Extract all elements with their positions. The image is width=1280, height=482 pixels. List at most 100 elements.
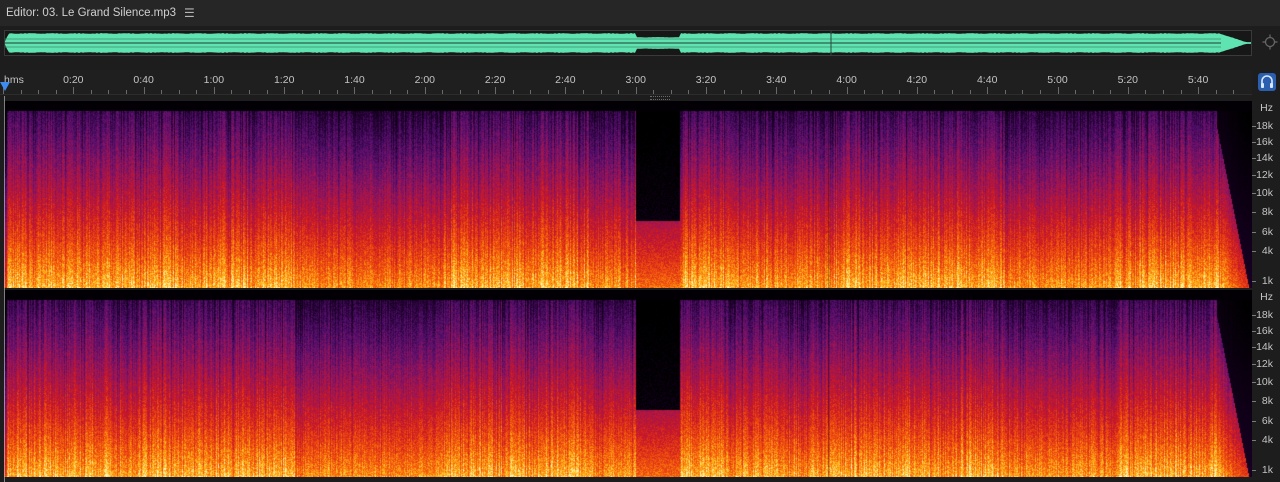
frequency-tick: [1252, 382, 1256, 383]
time-label: 4:20: [906, 74, 928, 86]
ruler-tick: [478, 90, 479, 94]
frequency-tick: [1252, 401, 1256, 402]
time-label: 4:40: [976, 74, 998, 86]
ruler-tick: [741, 90, 742, 94]
waveform-overview-navigator[interactable]: [4, 30, 1252, 56]
frequency-label: 18k: [1256, 120, 1273, 132]
ruler-tick: [56, 90, 57, 94]
zoom-navigator-icon[interactable]: [1262, 34, 1278, 50]
ruler-tick: [337, 90, 338, 94]
headphones-icon[interactable]: [1258, 73, 1276, 91]
ruler-tick: [671, 90, 672, 94]
ruler-tick: [776, 87, 777, 94]
frequency-label: 12k: [1256, 169, 1273, 181]
timeline-ruler[interactable]: hms 0:20 0:40 1:00 1:20 1:40 2:00 2:20 2:40 3:00…: [0, 70, 1252, 95]
frequency-tick: [1252, 331, 1256, 332]
ruler-tick: [372, 90, 373, 94]
frequency-tick: [1252, 315, 1256, 316]
hamburger-menu-icon[interactable]: ☰: [184, 6, 195, 20]
frequency-label: 4k: [1261, 434, 1273, 446]
frequency-label: 8k: [1261, 395, 1273, 407]
time-label: 5:20: [1117, 74, 1139, 86]
frequency-axis-left-channel: Hz 18k 16k 14k 12k 10k 8k 6k 4k 1k: [1252, 101, 1280, 288]
ruler-tick: [1181, 90, 1182, 94]
ruler-tick: [1040, 90, 1041, 94]
time-label: 5:00: [1047, 74, 1068, 86]
frequency-tick: [1252, 142, 1256, 143]
ruler-tick: [548, 90, 549, 94]
ruler-tick: [407, 90, 408, 94]
ruler-tick: [1075, 90, 1076, 94]
ruler-tick: [196, 90, 197, 94]
ruler-tick: [530, 90, 531, 94]
spectral-display-left-channel[interactable]: [4, 101, 1252, 288]
ruler-tick: [1233, 90, 1234, 94]
ruler-tick: [126, 90, 127, 94]
ruler-tick: [899, 90, 900, 94]
ruler-tick: [513, 90, 514, 94]
ruler-tick: [249, 90, 250, 94]
panel-resize-grip[interactable]: [650, 96, 670, 100]
ruler-tick: [284, 87, 285, 94]
ruler-tick: [460, 90, 461, 94]
frequency-tick: [1252, 251, 1256, 252]
frequency-tick: [1252, 347, 1256, 348]
ruler-tick: [847, 87, 848, 94]
ruler-tick: [1022, 90, 1023, 94]
frequency-label: 6k: [1261, 226, 1273, 238]
frequency-tick: [1252, 440, 1256, 441]
spectral-display-right-channel[interactable]: [4, 290, 1252, 477]
ruler-tick: [91, 90, 92, 94]
ruler-tick: [583, 90, 584, 94]
frequency-tick: [1252, 232, 1256, 233]
time-label: 4:00: [836, 74, 857, 86]
ruler-tick: [73, 87, 74, 94]
time-label: 3:20: [695, 74, 717, 86]
frequency-unit-label: Hz: [1260, 291, 1273, 303]
ruler-tick: [1005, 90, 1006, 94]
playhead-line: [4, 96, 5, 482]
ruler-tick: [759, 90, 760, 94]
ruler-tick: [864, 90, 865, 94]
frequency-label: 14k: [1256, 341, 1273, 353]
frequency-axis-right-channel: Hz 18k 16k 14k 12k 10k 8k 6k 4k 1k: [1252, 290, 1280, 477]
frequency-label: 6k: [1261, 415, 1273, 427]
frequency-label: 10k: [1256, 376, 1273, 388]
frequency-label: 1k: [1261, 275, 1273, 287]
ruler-tick: [934, 90, 935, 94]
ruler-tick: [144, 87, 145, 94]
time-label: 3:00: [625, 74, 646, 86]
ruler-tick: [1163, 90, 1164, 94]
time-label: 0:20: [63, 74, 84, 86]
editor-title-bar: Editor: 03. Le Grand Silence.mp3 ☰: [0, 0, 1280, 26]
ruler-tick: [653, 90, 654, 94]
ruler-tick: [21, 90, 22, 94]
editor-title: Editor: 03. Le Grand Silence.mp3: [6, 7, 177, 19]
frequency-tick: [1252, 212, 1256, 213]
ruler-tick: [829, 90, 830, 94]
frequency-label: 18k: [1256, 309, 1273, 321]
time-label: 1:00: [203, 74, 225, 86]
ruler-tick: [952, 90, 953, 94]
ruler-tick: [1128, 87, 1129, 94]
frequency-label: 10k: [1256, 187, 1273, 199]
frequency-tick: [1252, 470, 1256, 471]
spectrogram-canvas: [4, 101, 1252, 288]
ruler-tick: [987, 87, 988, 94]
ruler-tick: [636, 87, 637, 94]
frequency-tick: [1252, 158, 1256, 159]
frequency-label: 4k: [1261, 245, 1273, 257]
ruler-tick: [1110, 90, 1111, 94]
ruler-tick: [319, 90, 320, 94]
frequency-tick: [1252, 421, 1256, 422]
ruler-tick: [179, 90, 180, 94]
ruler-tick: [302, 90, 303, 94]
frequency-label: 1k: [1261, 464, 1273, 476]
frequency-tick: [1252, 364, 1256, 365]
playhead-marker[interactable]: [0, 82, 10, 91]
frequency-tick: [1252, 281, 1256, 282]
ruler-tick: [811, 90, 812, 94]
ruler-tick: [882, 90, 883, 94]
ruler-tick: [354, 87, 355, 94]
ruler-tick: [618, 90, 619, 94]
